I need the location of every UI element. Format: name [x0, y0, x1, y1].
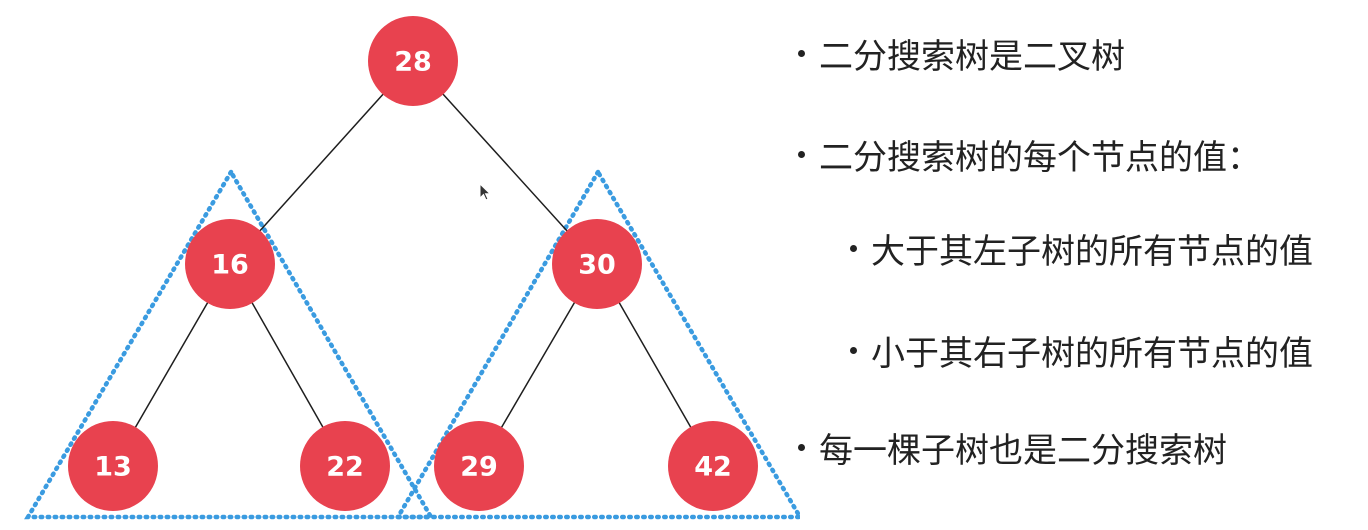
tree-node-right-right: 42 — [668, 421, 758, 511]
bullet-text-4: 小于其右子树的所有节点的值 — [871, 333, 1313, 374]
bullet-dot — [798, 443, 805, 451]
node-label-root: 28 — [394, 47, 432, 78]
node-label-right: 30 — [578, 250, 616, 281]
node-label-left-right: 22 — [326, 452, 364, 483]
node-label-left-left: 13 — [94, 452, 132, 483]
bullet-item-1: 二分搜索树是二叉树 — [798, 23, 1125, 83]
bullet-item-3: 大于其左子树的所有节点的值 — [850, 218, 1313, 278]
tree-node-left-left: 13 — [68, 421, 158, 511]
bullet-dot — [850, 346, 857, 354]
bullet-text-2: 二分搜索树的每个节点的值： — [819, 137, 1261, 178]
node-label-right-left: 29 — [460, 452, 498, 483]
bullet-dot — [798, 49, 805, 57]
bullet-text-3: 大于其左子树的所有节点的值 — [871, 231, 1313, 272]
bullet-dot — [850, 244, 857, 252]
mouse-pointer-icon — [479, 183, 492, 201]
node-label-right-right: 42 — [694, 452, 732, 483]
tree-node-right: 30 — [552, 219, 642, 309]
bullet-item-2: 二分搜索树的每个节点的值： — [798, 124, 1261, 184]
bullet-item-4: 小于其右子树的所有节点的值 — [850, 320, 1313, 380]
tree-node-root: 28 — [368, 16, 458, 106]
binary-search-tree-diagram: 28 16 30 13 22 29 42 — [24, 16, 800, 520]
tree-node-left: 16 — [185, 219, 275, 309]
tree-node-right-left: 29 — [434, 421, 524, 511]
bullet-item-5: 每一棵子树也是二分搜索树 — [798, 417, 1227, 477]
tree-node-left-right: 22 — [300, 421, 390, 511]
bullet-dot — [798, 150, 805, 158]
bullet-text-5: 每一棵子树也是二分搜索树 — [819, 430, 1227, 471]
bullet-text-1: 二分搜索树是二叉树 — [819, 36, 1125, 77]
slide: 28 16 30 13 22 29 42 二分搜索树是二叉树 二分搜索树的每个节… — [0, 0, 1368, 530]
node-label-left: 16 — [211, 250, 249, 281]
